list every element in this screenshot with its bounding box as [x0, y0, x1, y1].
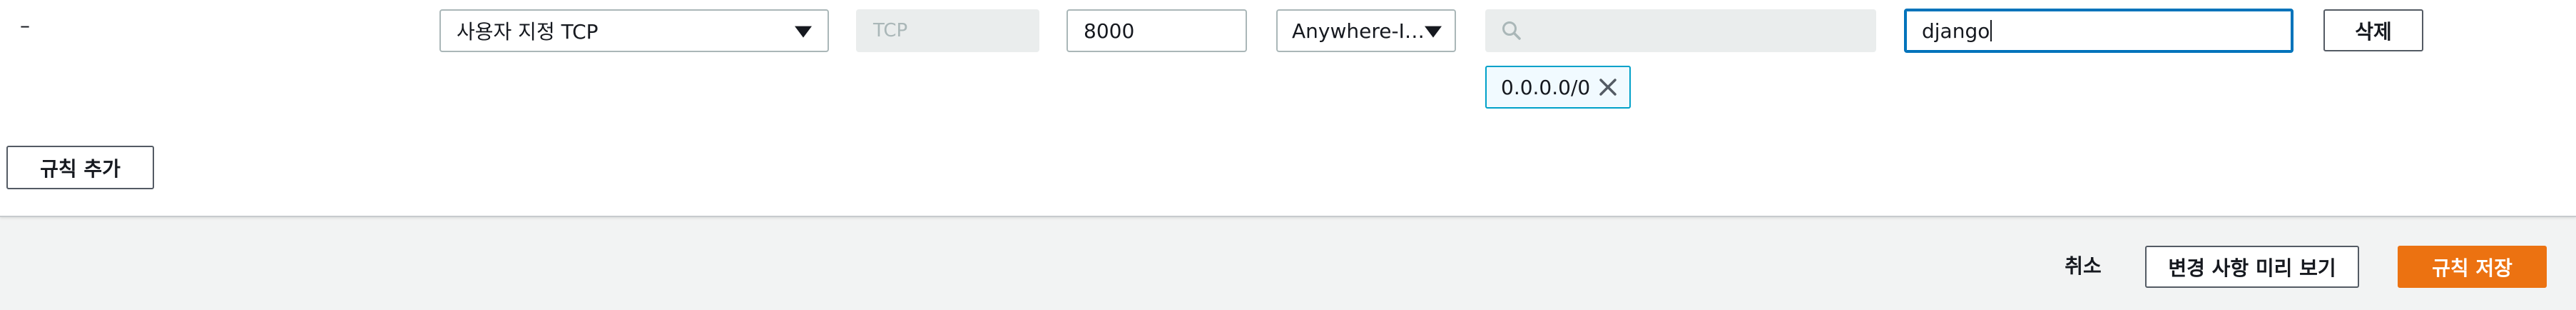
rule-type-value: 사용자 지정 TCP	[457, 20, 599, 44]
source-select[interactable]: Anywhere-I…	[1276, 9, 1456, 52]
protocol-value: TCP	[873, 20, 908, 41]
delete-rule-label: 삭제	[2355, 19, 2392, 44]
cidr-token-value: 0.0.0.0/0	[1501, 75, 1591, 99]
save-rules-button[interactable]: 규칙 저장	[2398, 246, 2547, 288]
save-rules-label: 규칙 저장	[2432, 256, 2513, 280]
rule-dash: –	[20, 14, 30, 37]
cidr-search-input[interactable]	[1485, 9, 1876, 52]
add-rule-button[interactable]: 규칙 추가	[6, 146, 154, 189]
search-icon	[1502, 21, 1521, 40]
text-cursor	[1990, 20, 1992, 41]
inbound-rules-panel: – 사용자 지정 TCP TCP 8000 Anywhere-I… 0.0.0.…	[0, 0, 2576, 217]
rule-type-select[interactable]: 사용자 지정 TCP	[439, 9, 829, 52]
cidr-token: 0.0.0.0/0	[1485, 66, 1631, 109]
delete-rule-button[interactable]: 삭제	[2323, 9, 2423, 51]
port-range-value: 8000	[1084, 19, 1135, 43]
cancel-label: 취소	[2065, 254, 2102, 278]
port-range-input[interactable]: 8000	[1066, 9, 1247, 52]
cancel-button[interactable]: 취소	[2049, 245, 2117, 285]
protocol-field: TCP	[856, 9, 1039, 52]
triangle-down-icon	[1425, 26, 1442, 38]
preview-changes-button[interactable]: 변경 사항 미리 보기	[2145, 246, 2359, 288]
description-input[interactable]: django	[1904, 9, 2294, 53]
source-value: Anywhere-I…	[1292, 19, 1425, 43]
close-icon[interactable]	[1597, 76, 1619, 99]
description-value: django	[1922, 19, 1990, 43]
triangle-down-icon	[795, 26, 812, 38]
add-rule-label: 규칙 추가	[40, 156, 121, 181]
preview-changes-label: 변경 사항 미리 보기	[2168, 256, 2336, 280]
